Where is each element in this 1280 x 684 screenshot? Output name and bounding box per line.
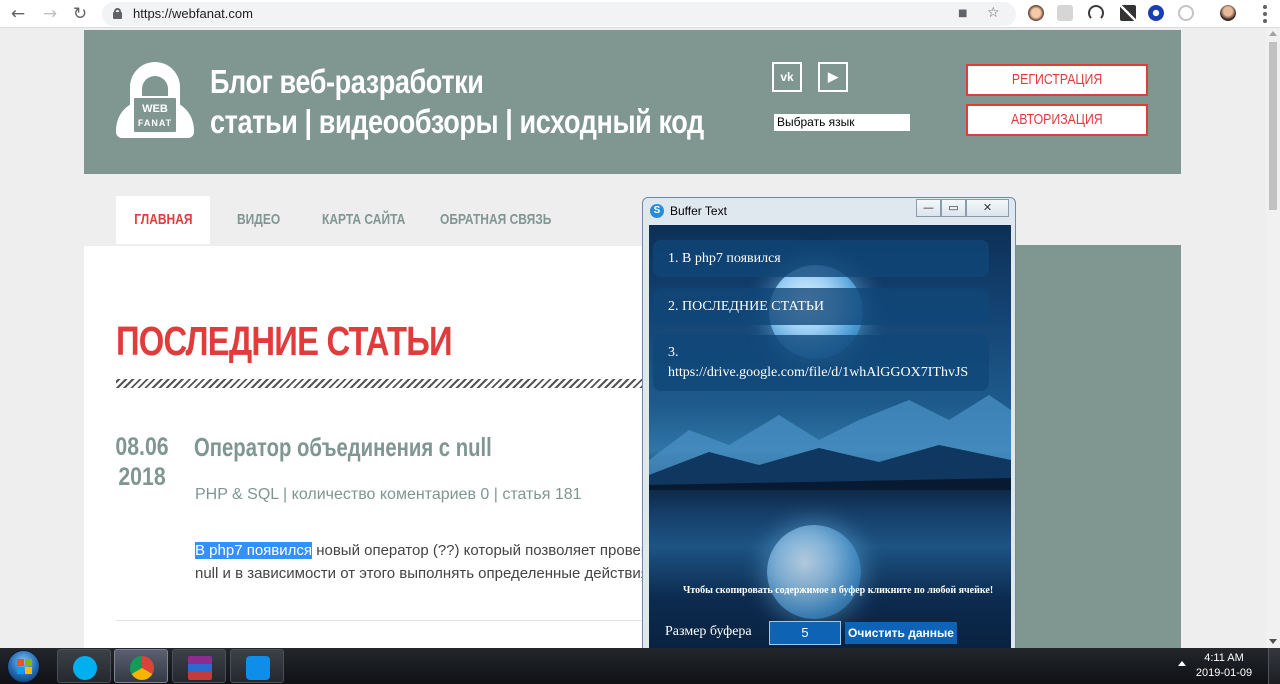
buffer-cell-text: ПОСЛЕДНИЕ СТАТЬИ — [682, 299, 825, 314]
buffer-cell-2[interactable]: 2. ПОСЛЕДНИЕ СТАТЬИ — [653, 288, 989, 325]
buffer-size-label: Размер буфера — [665, 624, 752, 639]
buffer-cell-number: 2. — [668, 299, 679, 314]
sidebar-panel — [1012, 245, 1181, 648]
menu-item-label: КАРТА САЙТА — [322, 211, 406, 228]
lock-icon[interactable] — [113, 8, 122, 19]
taskbar-winrar[interactable] — [172, 649, 226, 683]
forward-icon[interactable]: → — [40, 4, 60, 24]
menu-item-label: ОБРАТНАЯ СВЯЗЬ — [440, 211, 552, 228]
scroll-down-icon[interactable] — [1269, 639, 1277, 644]
url-text[interactable]: https://webfanat.com — [133, 6, 253, 21]
tray-chevron-icon[interactable] — [1178, 661, 1186, 666]
menu-item-home[interactable]: ГЛАВНАЯ — [116, 196, 210, 244]
chrome-icon — [130, 656, 154, 680]
buffer-cell-1[interactable]: 1. В php7 появился — [653, 240, 989, 277]
web-page: WEB FANAT Блог веб-разработки статьи | в… — [0, 28, 1266, 648]
taskbar-skype[interactable] — [57, 649, 111, 683]
register-label: РЕГИСТРАЦИЯ — [1011, 71, 1103, 88]
excerpt-line2: null и в зависимости от этого выполнять … — [195, 565, 649, 582]
app-icon: S — [650, 204, 664, 218]
scroll-thumb[interactable] — [1269, 42, 1277, 210]
minimize-button[interactable]: — — [916, 199, 941, 217]
taskbar-chrome[interactable] — [114, 649, 168, 683]
start-button[interactable] — [4, 649, 44, 683]
camera-icon[interactable]: ■ — [958, 8, 967, 19]
reload-icon[interactable]: ↻ — [70, 4, 90, 24]
buffer-text-window: S Buffer Text — ▭ ✕ 1. В php7 появился 2… — [642, 197, 1016, 664]
skype-icon — [73, 656, 97, 680]
login-label: АВТОРИЗАЦИЯ — [1011, 111, 1103, 128]
window-titlebar[interactable]: S Buffer Text — ▭ ✕ — [643, 198, 1015, 224]
buffer-cell-number: 3. — [668, 345, 679, 360]
profile-extension-icon[interactable] — [1028, 5, 1044, 21]
vk-icon[interactable]: vk — [772, 62, 802, 92]
clock-date: 2019-01-09 — [1195, 667, 1253, 679]
post-date-year: 2018 — [118, 463, 166, 491]
close-button[interactable]: ✕ — [966, 199, 1009, 217]
buffer-cell-text: https://drive.google.com/file/d/1whAlGGO… — [668, 365, 969, 380]
youtube-icon[interactable]: ▶ — [818, 62, 848, 92]
site-title-line1: Блог веб-разработки — [210, 63, 484, 100]
window-title: Buffer Text — [670, 204, 727, 218]
main-menu: ГЛАВНАЯ ВИДЕО КАРТА САЙТА ОБРАТНАЯ СВЯЗЬ — [84, 174, 1181, 246]
clock-time: 4:11 AM — [1204, 652, 1244, 664]
post-meta: PHP & SQL | количество коментариев 0 | с… — [195, 486, 582, 503]
show-desktop-button[interactable] — [1268, 648, 1280, 684]
maximize-button[interactable]: ▭ — [941, 199, 966, 217]
buffer-cell-3[interactable]: 3. https://drive.google.com/file/d/1whAl… — [653, 335, 989, 391]
play-extension-icon[interactable] — [1148, 5, 1164, 21]
site-title: Блог веб-разработки статьи | видеообзоры… — [210, 62, 704, 142]
back-icon[interactable]: ← — [8, 4, 28, 24]
logo-text-web: WEB — [142, 103, 168, 115]
tools-extension-icon[interactable] — [1120, 5, 1136, 21]
copy-hint: Чтобы скопировать содержимое в буфер кли… — [683, 585, 994, 596]
winrar-icon — [188, 656, 212, 680]
menu-item-label: ГЛАВНАЯ — [133, 211, 193, 228]
clear-data-button[interactable]: Очистить данные — [845, 622, 957, 644]
avatar[interactable] — [1220, 5, 1236, 21]
taskbar-teamviewer[interactable] — [230, 649, 284, 683]
menu-item-video[interactable]: ВИДЕО — [237, 196, 291, 244]
excerpt-line1: новый оператор (??) который позволяет пр… — [312, 542, 650, 559]
moon-reflection-image — [767, 525, 861, 619]
bookmark-star-icon[interactable]: ☆ — [987, 5, 1000, 21]
system-clock[interactable]: 4:11 AM 2019-01-09 — [1192, 651, 1256, 681]
page-scrollbar[interactable] — [1266, 28, 1280, 648]
logo-text-fanat: FANAT — [137, 118, 173, 128]
menu-item-feedback[interactable]: ОБРАТНАЯ СВЯЗЬ — [440, 196, 579, 244]
buffer-size-input[interactable]: 5 — [769, 621, 841, 645]
section-title: ПОСЛЕДНИЕ СТАТЬИ — [116, 318, 453, 364]
address-bar[interactable]: https://webfanat.com ■ ☆ — [102, 2, 1016, 26]
teamviewer-icon — [246, 656, 270, 680]
post-title[interactable]: Оператор объединения с null — [194, 432, 492, 463]
buffer-cell-number: 1. — [668, 251, 679, 266]
scroll-up-icon[interactable] — [1269, 31, 1277, 36]
login-button[interactable]: АВТОРИЗАЦИЯ — [966, 104, 1148, 136]
menu-item-sitemap[interactable]: КАРТА САЙТА — [322, 196, 426, 244]
headphones-extension-icon[interactable] — [1088, 5, 1104, 21]
post-divider — [116, 620, 696, 621]
chrome-menu-icon[interactable] — [1256, 3, 1274, 25]
menu-item-label: ВИДЕО — [237, 211, 281, 228]
site-title-line2: статьи | видеообзоры | исходный код — [210, 103, 704, 140]
register-button[interactable]: РЕГИСТРАЦИЯ — [966, 64, 1148, 96]
taskbar — [0, 648, 1280, 684]
mountain-landscape — [649, 395, 1011, 490]
post-date: 08.06 2018 — [110, 432, 175, 492]
post-date-day: 08.06 — [115, 433, 169, 461]
site-logo[interactable]: WEB FANAT — [116, 62, 194, 138]
zoom-extension-icon[interactable] — [1178, 5, 1194, 21]
buffer-cell-text: В php7 появился — [682, 251, 781, 266]
window-body: 1. В php7 появился 2. ПОСЛЕДНИЕ СТАТЬИ 3… — [649, 225, 1011, 659]
language-select[interactable]: Выбрать язык — [774, 114, 910, 131]
selected-text[interactable]: В php7 появился — [195, 542, 313, 559]
chat-extension-icon[interactable] — [1057, 5, 1073, 21]
browser-toolbar: ← → ↻ https://webfanat.com ■ ☆ — [0, 0, 1280, 28]
site-header: WEB FANAT Блог веб-разработки статьи | в… — [84, 30, 1181, 174]
